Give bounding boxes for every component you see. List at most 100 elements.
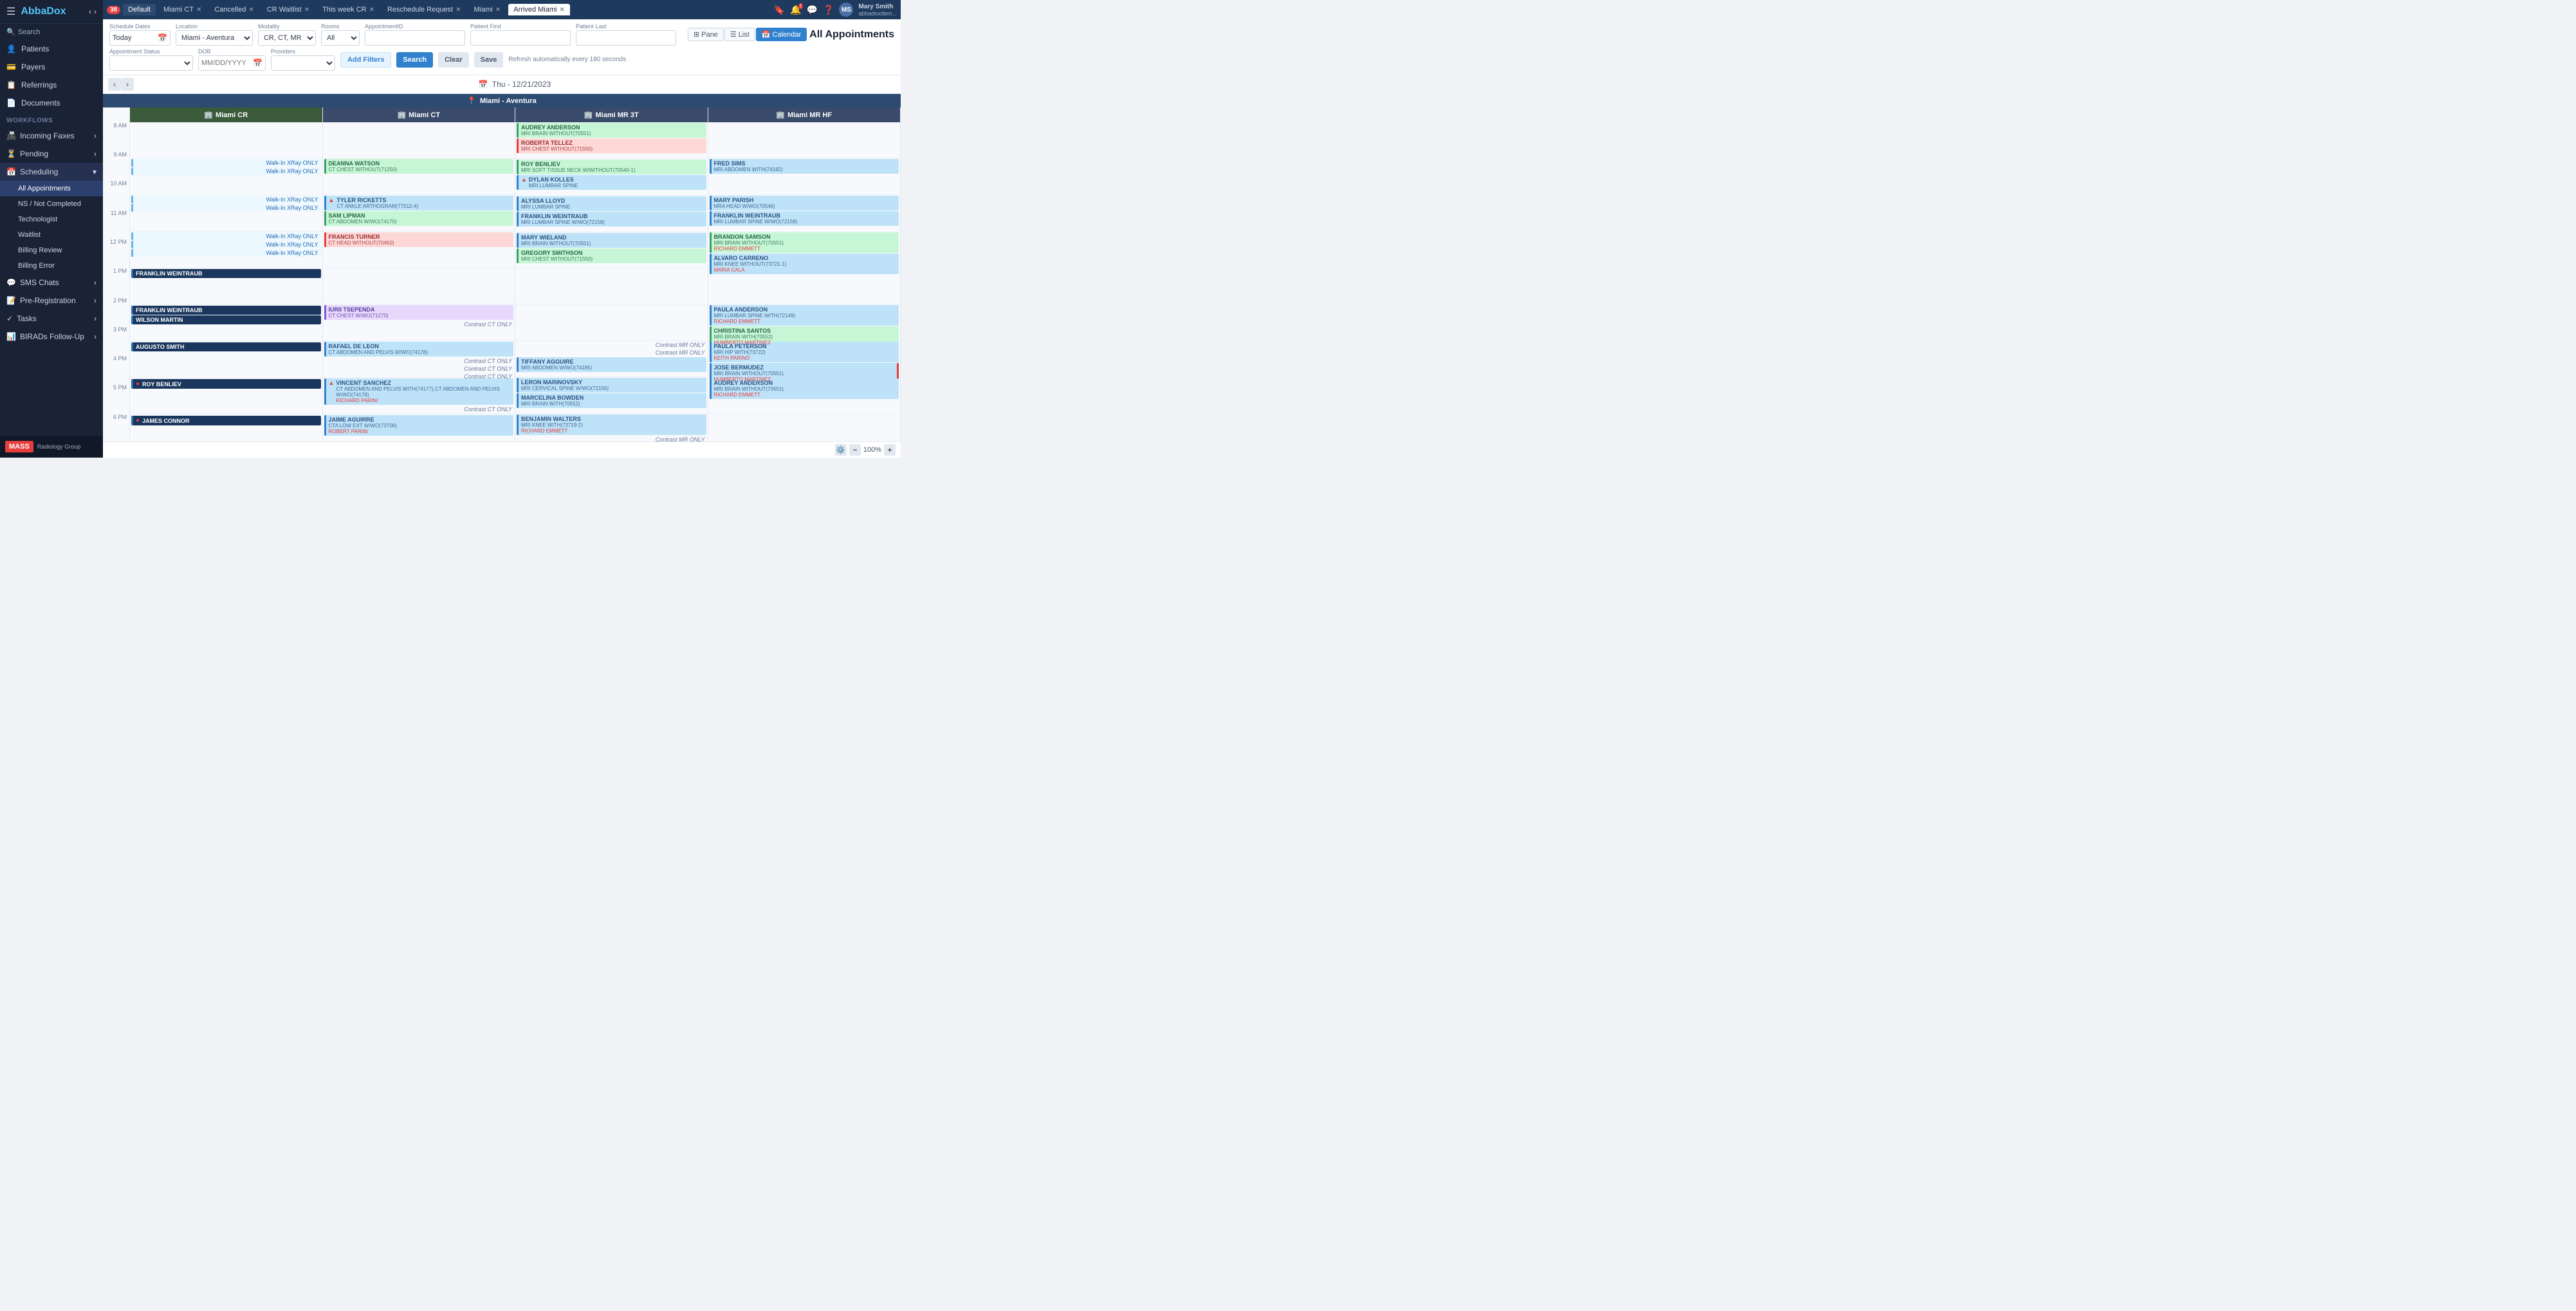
mrhf-fred-sims[interactable]: FRED SIMS MRI ABDOMEN WITH(74182) — [710, 159, 899, 174]
dob-input[interactable] — [199, 58, 250, 68]
cr-james-connor[interactable]: ● JAMES CONNOR — [131, 416, 321, 425]
miami-ct-body[interactable]: DEANNA WATSON CT CHEST WITHOUT(71250) ▲ … — [323, 122, 515, 442]
bell-icon[interactable]: 🔔! — [790, 5, 801, 15]
mr3t-tiffany-agguire[interactable]: TIFFANY AGGUIRE MRI ABDOMEN W/WO(74185) — [517, 357, 706, 372]
tab-default[interactable]: Default — [123, 4, 156, 15]
user-avatar[interactable]: MS — [839, 3, 853, 17]
location-select[interactable]: Miami - Aventura — [176, 30, 253, 46]
mrhf-brandon-samson[interactable]: BRANDON SAMSON MRI BRAIN WITHOUT(70551) … — [710, 232, 899, 253]
ct-sam-lipman[interactable]: SAM LIPMAN CT ABDOMEN W/WO(74170) — [324, 211, 514, 226]
ct-vincent-sanchez[interactable]: ▲ VINCENT SANCHEZ CT ABDOMEN AND PELVIS … — [324, 378, 514, 405]
tab-cr-waitlist-close[interactable]: ✕ — [304, 6, 309, 14]
mr3t-marcelina-bowden[interactable]: MARCELINA BOWDEN MRI BRAIN WITH(70552) — [517, 393, 706, 408]
mr3t-dylan-kolles[interactable]: ▲ DYLAN KOLLES MRI LUMBAR SPINE — [517, 175, 706, 190]
zoom-in-btn[interactable]: + — [884, 444, 896, 456]
patient-last-input[interactable] — [576, 30, 676, 46]
sms-chats-item[interactable]: 💬 SMS Chats › — [0, 274, 103, 292]
payers-item[interactable]: 💳 Payers — [0, 58, 103, 76]
tab-miami[interactable]: Miami ✕ — [469, 4, 506, 15]
cal-next-btn[interactable]: › — [121, 78, 134, 91]
pending-item[interactable]: ⏳ Pending › — [0, 145, 103, 163]
tab-arrived-miami-close[interactable]: ✕ — [559, 6, 564, 14]
rooms-select[interactable]: All — [321, 30, 360, 46]
miami-mrhf-body[interactable]: FRED SIMS MRI ABDOMEN WITH(74182) MARY P… — [708, 122, 901, 442]
cr-augusto-smith[interactable]: AUGUSTO SMITH — [131, 342, 321, 351]
mrhf-audrey-anderson[interactable]: AUDREY ANDERSON MRI BRAIN WITHOUT(70551)… — [710, 378, 899, 399]
scheduling-item[interactable]: 📅 Scheduling ▾ — [0, 163, 103, 181]
save-btn[interactable]: Save — [474, 52, 504, 68]
tab-miami-ct[interactable]: Miami CT ✕ — [158, 4, 207, 15]
menu-icon[interactable]: ☰ — [6, 5, 15, 18]
appt-status-select[interactable] — [109, 55, 193, 71]
mrhf-paula-peterson[interactable]: PAULA PETERSON MRI HIP WITH(73722) KEITH… — [710, 342, 899, 362]
tab-this-week-cr-close[interactable]: ✕ — [369, 6, 374, 14]
tab-reschedule-close[interactable]: ✕ — [455, 6, 461, 14]
mr3t-leron-marinovsky[interactable]: LERON MARINOVSKY MRI CERVICAL SPINE W/WO… — [517, 378, 706, 393]
patient-first-input[interactable] — [470, 30, 571, 46]
tab-cancelled[interactable]: Cancelled ✕ — [209, 4, 259, 15]
cr-walk-in-4[interactable]: Walk-In XRay ONLY — [131, 204, 321, 212]
tab-arrived-miami[interactable]: Arrived Miami ✕ — [508, 4, 570, 15]
list-btn[interactable]: ☰ List — [724, 28, 755, 41]
ct-rafael-de-leon[interactable]: RAFAEL DE LEON CT ABDOMEN AND PELVIS W/W… — [324, 342, 514, 357]
billing-error-sub[interactable]: Billing Error — [0, 258, 103, 274]
cal-prev-btn[interactable]: ‹ — [108, 78, 121, 91]
ns-not-completed-sub[interactable]: NS / Not Completed — [0, 196, 103, 212]
cr-wilson-martin[interactable]: WILSON MARTIN — [131, 315, 321, 324]
patients-item[interactable]: 👤 Patients — [0, 40, 103, 58]
mr3t-roberta-tellez[interactable]: ROBERTA TELLEZ MRI CHEST WITHOUT(71550) — [517, 138, 706, 153]
clear-btn[interactable]: Clear — [438, 52, 469, 68]
providers-select[interactable] — [271, 55, 335, 71]
ct-deanna-watson[interactable]: DEANNA WATSON CT CHEST WITHOUT(71250) — [324, 159, 514, 174]
referrings-item[interactable]: 📋 Referrings — [0, 76, 103, 94]
calendar-icon[interactable]: 📅 — [155, 33, 170, 42]
pane-btn[interactable]: ⊞ Pane — [688, 28, 724, 41]
ct-iurii-tsependa[interactable]: IURII TSEPENDA CT CHEST W/WO(71270) — [324, 305, 514, 320]
mr3t-gregory-smithson[interactable]: GREGORY SMITHSON MRI CHEST WITHOUT(71550… — [517, 248, 706, 263]
mrhf-mary-parish[interactable]: MARY PARISH MRA HEAD W/WO(70546) — [710, 196, 899, 210]
ct-jaime-aguirre[interactable]: JAIME AGUIRRE CTA LOW EXT W/WO(73706) RO… — [324, 415, 514, 436]
cr-walk-in-6[interactable]: Walk-In XRay ONLY — [131, 241, 321, 248]
pre-registration-item[interactable]: 📝 Pre-Registration › — [0, 292, 103, 310]
mr3t-audrey-anderson[interactable]: AUDREY ANDERSON MRI BRAIN WITHOUT(70551) — [517, 123, 706, 138]
mr3t-benjamin-walters[interactable]: BENJAMIN WALTERS MRI KNEE WITH(73719-2) … — [517, 414, 706, 435]
all-appointments-sub[interactable]: All Appointments — [0, 181, 103, 196]
tab-cancelled-close[interactable]: ✕ — [248, 6, 253, 14]
bookmark-icon[interactable]: 🔖 — [774, 5, 785, 15]
incoming-faxes-item[interactable]: 📠 Incoming Faxes › — [0, 127, 103, 145]
schedule-dates-input[interactable] — [110, 33, 155, 43]
miami-cr-body[interactable]: Walk-In XRay ONLY Walk-In XRay ONLY Walk… — [130, 122, 322, 442]
cr-walk-in-2[interactable]: Walk-In XRay ONLY — [131, 167, 321, 175]
nav-left-icon[interactable]: ‹ — [89, 7, 91, 16]
cr-walk-in-1[interactable]: Walk-In XRay ONLY — [131, 159, 321, 167]
chat-icon[interactable]: 💬 — [807, 5, 818, 15]
mr3t-franklin-weintraub[interactable]: FRANKLIN WEINTRAUB MRI LUMBAR SPINE W/WO… — [517, 212, 706, 227]
cr-franklin-weintraub-1[interactable]: FRANKLIN WEINTRAUB — [131, 269, 321, 278]
zoom-settings-btn[interactable]: ⚙️ — [835, 444, 847, 456]
cr-walk-in-7[interactable]: Walk-In XRay ONLY — [131, 249, 321, 257]
tab-this-week-cr[interactable]: This week CR ✕ — [317, 4, 380, 15]
billing-review-sub[interactable]: Billing Review — [0, 243, 103, 258]
mrhf-paula-anderson[interactable]: PAULA ANDERSON MRI LUMBAR SPINE WITH(721… — [710, 305, 899, 326]
mr3t-alyssa-lloyd[interactable]: ALYSSA LLOYD MRI LUMBAR SPINE — [517, 196, 706, 211]
documents-item[interactable]: 📄 Documents — [0, 94, 103, 112]
tasks-item[interactable]: ✓ Tasks › — [0, 310, 103, 328]
tab-cr-waitlist[interactable]: CR Waitlist ✕ — [262, 4, 315, 15]
tab-miami-close[interactable]: ✕ — [495, 6, 501, 14]
cr-walk-in-3[interactable]: Walk-In XRay ONLY — [131, 196, 321, 203]
search-btn[interactable]: Search — [396, 52, 433, 68]
waitlist-sub[interactable]: Waitlist — [0, 227, 103, 243]
mr3t-roy-benliev[interactable]: ROY BENLIEV MRI SOFT TISSUE NECK W/WITHO… — [517, 160, 706, 174]
miami-mr3t-body[interactable]: AUDREY ANDERSON MRI BRAIN WITHOUT(70551)… — [515, 122, 708, 442]
ct-francis-turner[interactable]: FRANCIS TURNER CT HEAD WITHOUT(70450) — [324, 232, 514, 247]
cr-roy-benliev[interactable]: ● ROY BENLIEV — [131, 379, 321, 389]
cr-walk-in-5[interactable]: Walk-In XRay ONLY — [131, 232, 321, 240]
add-filters-btn[interactable]: Add Filters — [340, 52, 391, 68]
calendar-btn[interactable]: 📅 Calendar — [756, 28, 807, 41]
birads-item[interactable]: 📊 BIRADs Follow-Up › — [0, 328, 103, 346]
ct-tyler-ricketts[interactable]: ▲ TYLER RICKETTS CT ANKLE ARTHOGRAM(7701… — [324, 196, 514, 210]
cr-franklin-weintraub-2[interactable]: FRANKLIN WEINTRAUB — [131, 306, 321, 315]
dob-calendar-icon[interactable]: 📅 — [250, 59, 265, 68]
tab-miami-ct-close[interactable]: ✕ — [196, 6, 201, 14]
modality-select[interactable]: CR, CT, MR — [258, 30, 316, 46]
